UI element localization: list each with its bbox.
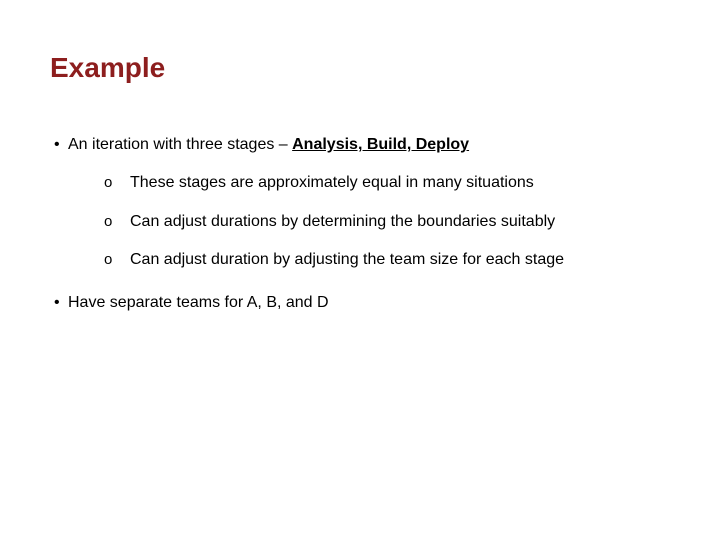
bullet-text-emphasis: Analysis, Build, Deploy	[292, 136, 469, 153]
slide-title: Example	[50, 52, 670, 84]
bullet-iteration-stages: An iteration with three stages – Analysi…	[50, 134, 670, 156]
bullet-text-prefix: An iteration with three stages –	[68, 136, 292, 153]
sub-bullet-adjust-team-size: Can adjust duration by adjusting the tea…	[104, 249, 670, 271]
bullet-separate-teams: Have separate teams for A, B, and D	[50, 292, 670, 314]
sub-bullet-equal-stages: These stages are approximately equal in …	[104, 172, 670, 194]
slide: Example An iteration with three stages –…	[0, 0, 720, 314]
sub-bullet-list: These stages are approximately equal in …	[50, 172, 670, 271]
sub-bullet-adjust-boundaries: Can adjust durations by determining the …	[104, 211, 670, 233]
